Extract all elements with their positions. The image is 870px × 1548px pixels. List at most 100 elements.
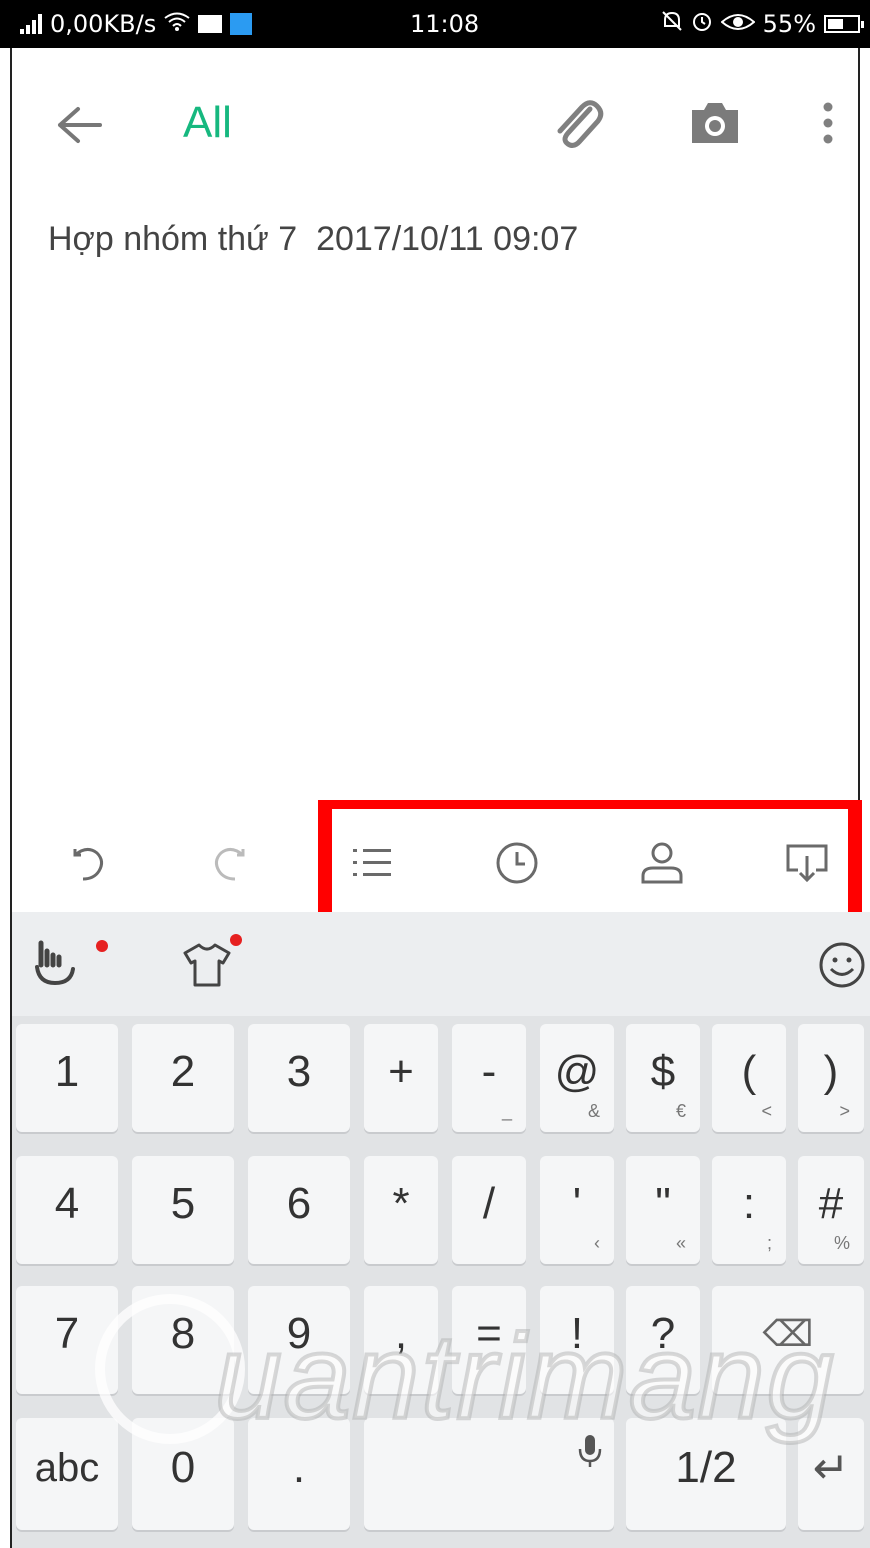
highlight-box <box>318 800 862 928</box>
key-label: . <box>292 1443 306 1492</box>
key-sublabel: « <box>675 1233 686 1253</box>
key-label: " <box>655 1179 671 1228</box>
key-7[interactable]: 7 <box>16 1286 118 1394</box>
key-colon[interactable]: :; <box>712 1156 786 1264</box>
key-label: 1 <box>54 1047 80 1096</box>
page-toggle-key[interactable]: 1/2 <box>626 1418 786 1530</box>
key-close-paren[interactable]: ) > <box>798 1024 864 1132</box>
key-label: ( <box>741 1047 757 1096</box>
key-label: 9 <box>286 1309 312 1358</box>
emoji-icon[interactable] <box>807 930 870 1000</box>
key-label: ' <box>572 1179 582 1228</box>
key-dollar[interactable]: $ € <box>626 1024 700 1132</box>
key-label: ) <box>823 1047 839 1096</box>
key-sublabel: > <box>839 1101 850 1121</box>
key-label: 3 <box>286 1047 312 1096</box>
key-exclamation[interactable]: ! <box>540 1286 614 1394</box>
key-1[interactable]: 1 <box>16 1024 118 1132</box>
keyboard-top-bar <box>12 912 870 1016</box>
microphone-icon <box>576 1430 604 1480</box>
key-open-paren[interactable]: (< <box>712 1024 786 1132</box>
swype-hand-icon[interactable] <box>20 930 90 1000</box>
backspace-key[interactable]: ⌫ <box>712 1286 864 1394</box>
battery-icon <box>824 15 864 33</box>
key-label: 1/2 <box>675 1443 737 1492</box>
key-2[interactable]: 2 <box>132 1024 234 1132</box>
key-slash[interactable]: / <box>452 1156 526 1264</box>
key-5[interactable]: 5 <box>132 1156 234 1264</box>
key-label: , <box>394 1309 408 1358</box>
key-comma[interactable]: , <box>364 1286 438 1394</box>
key-question[interactable]: ? <box>626 1286 700 1394</box>
key-label: $ <box>650 1047 676 1096</box>
key-label: 6 <box>286 1179 312 1228</box>
keyboard: 1 2 3 + - _ @ & $ € (< ) > 4 5 6 * / ' ‹ " « :… <box>12 912 870 1548</box>
key-sublabel: % <box>833 1233 850 1253</box>
key-label: ! <box>570 1309 584 1358</box>
key-label: # <box>818 1179 844 1228</box>
network-speed: 0,00KB/s <box>50 10 157 38</box>
key-label: / <box>482 1179 496 1228</box>
status-bar: 0,00KB/s 11:08 55% <box>0 0 870 48</box>
key-apostrophe[interactable]: ' ‹ <box>540 1156 614 1264</box>
key-sublabel: ‹ <box>594 1233 600 1253</box>
abc-key[interactable]: abc <box>16 1418 118 1530</box>
key-8[interactable]: 8 <box>132 1286 234 1394</box>
key-label: 8 <box>170 1309 196 1358</box>
undo-icon[interactable] <box>54 828 124 898</box>
app-notification-icon <box>230 13 253 35</box>
key-label: 0 <box>170 1443 196 1492</box>
key-plus[interactable]: + <box>364 1024 438 1132</box>
battery-level <box>828 19 843 29</box>
status-left: 0,00KB/s <box>20 10 253 38</box>
key-period[interactable]: . <box>248 1418 350 1530</box>
key-at[interactable]: @ & <box>540 1024 614 1132</box>
mail-icon <box>198 15 223 33</box>
status-time: 11:08 <box>410 10 480 38</box>
notification-dot <box>96 940 108 952</box>
key-0[interactable]: 0 <box>132 1418 234 1530</box>
key-sublabel: _ <box>501 1101 512 1121</box>
camera-icon[interactable] <box>680 88 750 158</box>
battery-percent: 55% <box>762 10 816 38</box>
key-3[interactable]: 3 <box>248 1024 350 1132</box>
key-sublabel: & <box>587 1101 600 1121</box>
key-minus[interactable]: - _ <box>452 1024 526 1132</box>
eye-icon <box>720 10 756 38</box>
alarm-clock-icon <box>691 10 713 38</box>
enter-icon: ↵ <box>812 1443 850 1493</box>
back-arrow-icon[interactable] <box>45 90 115 160</box>
key-hash[interactable]: #% <box>798 1156 864 1264</box>
key-sublabel: € <box>675 1101 686 1121</box>
key-label: : <box>742 1179 756 1228</box>
key-label: ? <box>650 1309 676 1358</box>
key-label: @ <box>554 1047 600 1096</box>
key-label: - <box>481 1047 497 1096</box>
key-equals[interactable]: = <box>452 1286 526 1394</box>
backspace-icon: ⌫ <box>762 1313 814 1354</box>
key-sublabel: ; <box>766 1233 772 1253</box>
enter-key[interactable]: ↵ <box>798 1418 864 1530</box>
status-right: 55% <box>661 10 864 38</box>
more-vert-icon[interactable] <box>805 88 850 158</box>
key-6[interactable]: 6 <box>248 1156 350 1264</box>
redo-icon[interactable] <box>194 828 264 898</box>
paperclip-icon[interactable] <box>545 88 615 158</box>
wifi-icon <box>164 10 190 38</box>
alarm-off-icon <box>661 10 683 38</box>
key-label: * <box>392 1179 410 1228</box>
signal-icon <box>20 14 42 34</box>
space-key[interactable] <box>364 1418 614 1530</box>
key-asterisk[interactable]: * <box>364 1156 438 1264</box>
key-label: + <box>388 1047 414 1096</box>
key-quote[interactable]: " « <box>626 1156 700 1264</box>
key-9[interactable]: 9 <box>248 1286 350 1394</box>
note-text[interactable]: Hợp nhóm thứ 7 2017/10/11 09:07 <box>48 220 578 259</box>
folder-title[interactable]: All <box>183 98 232 148</box>
key-label: 5 <box>170 1179 196 1228</box>
key-4[interactable]: 4 <box>16 1156 118 1264</box>
notification-dot <box>230 934 242 946</box>
key-label: = <box>476 1309 502 1358</box>
key-sublabel: < <box>761 1101 772 1121</box>
key-label: 2 <box>170 1047 196 1096</box>
